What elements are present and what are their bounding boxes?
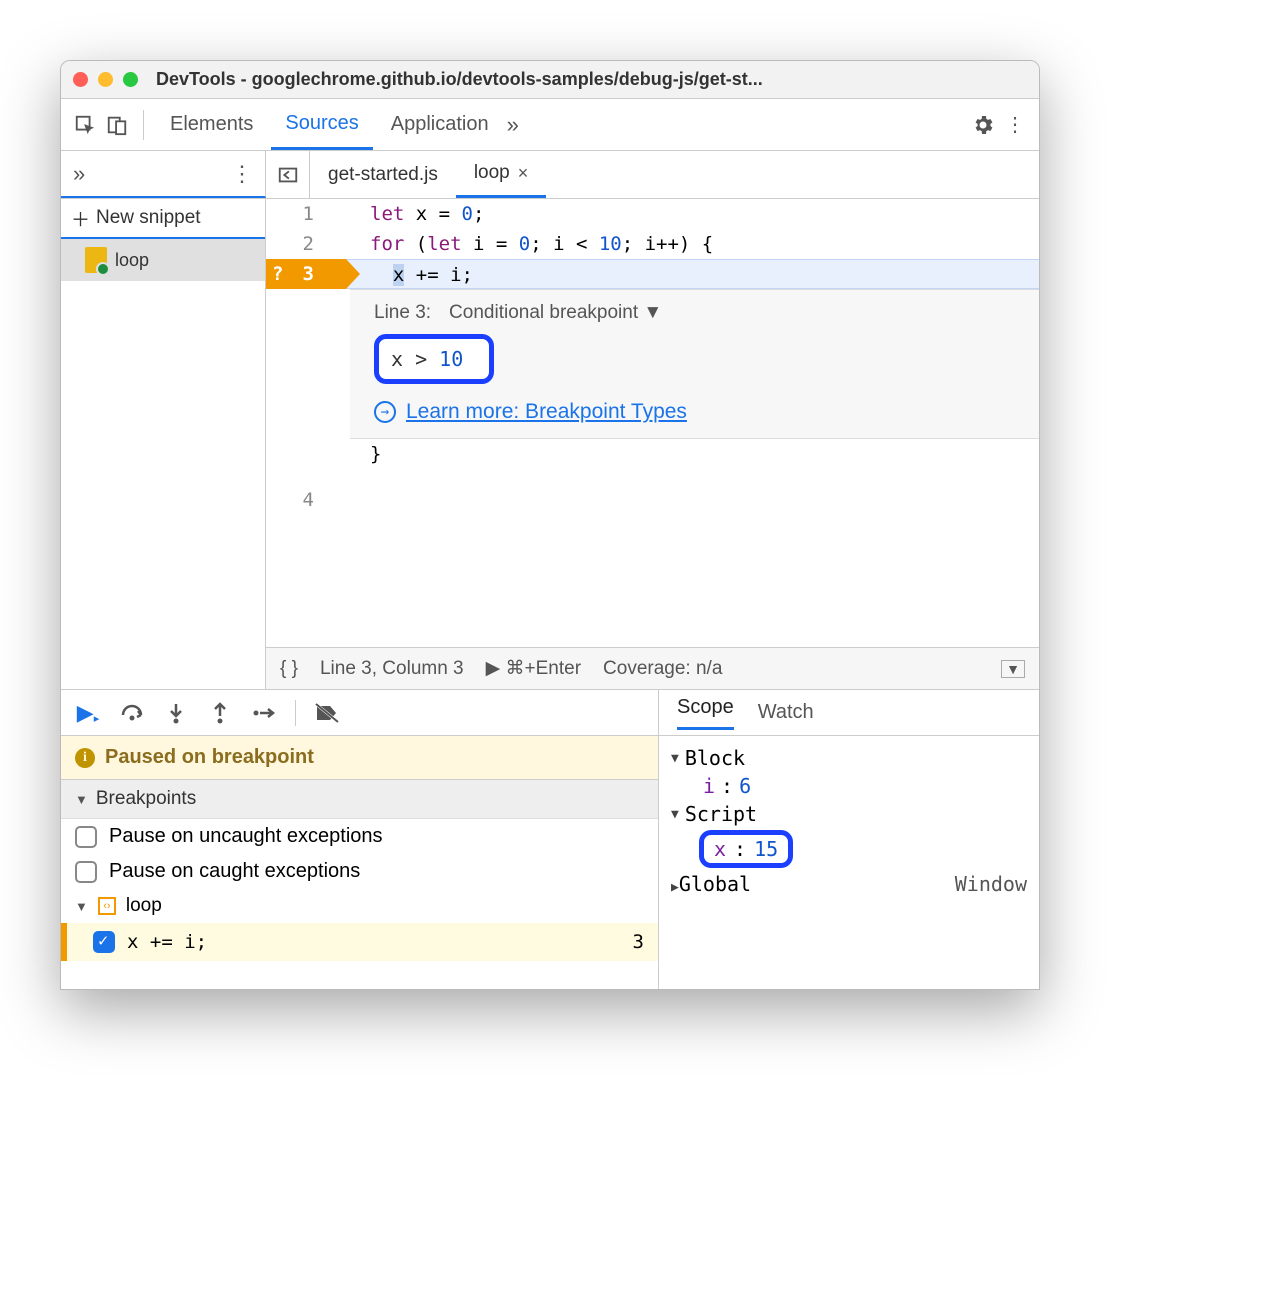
- scope-tree: ▼Block i: 6 ▼Script x: 15 ▶Global Window: [659, 736, 1039, 906]
- breakpoints-header[interactable]: ▼ Breakpoints: [61, 780, 658, 819]
- main-body: ＋ New snippet loop 1 2 3 4 let x = 0;: [61, 199, 1039, 689]
- code-line: }: [346, 439, 1039, 469]
- breakpoint-entry[interactable]: x += i; 3: [61, 923, 658, 961]
- scope-panel: Scope Watch ▼Block i: 6 ▼Script x: 15 ▶G…: [659, 690, 1039, 989]
- titlebar: DevTools - googlechrome.github.io/devtoo…: [61, 61, 1039, 99]
- file-tab-get-started[interactable]: get-started.js: [310, 151, 456, 198]
- step-icon[interactable]: [251, 700, 277, 726]
- scope-var-x: x: 15: [671, 828, 1027, 870]
- code-area[interactable]: 1 2 3 4 let x = 0; for (let i = 0; i < 1…: [266, 199, 1039, 647]
- scope-tabbar: Scope Watch: [659, 690, 1039, 736]
- sidebar-header: » ⋮: [61, 151, 266, 198]
- gear-icon[interactable]: [969, 111, 997, 139]
- tab-application[interactable]: Application: [377, 99, 503, 150]
- breakpoint-group[interactable]: ▼ ‹› loop: [61, 889, 658, 923]
- pause-uncaught-checkbox[interactable]: Pause on uncaught exceptions: [61, 819, 658, 854]
- minimize-window-icon[interactable]: [98, 72, 113, 87]
- tab-elements[interactable]: Elements: [156, 99, 267, 150]
- checkbox-checked-icon[interactable]: [93, 931, 115, 953]
- nav-back-icon[interactable]: [266, 151, 310, 198]
- devtools-window: DevTools - googlechrome.github.io/devtoo…: [60, 60, 1040, 990]
- breakpoint-editor: Line 3: Conditional breakpoint ▼ x > 10 …: [350, 289, 1039, 439]
- snippet-item-loop[interactable]: loop: [61, 239, 265, 281]
- chevron-down-icon: ▼: [75, 792, 88, 807]
- run-snippet-hint[interactable]: ▶ ⌘+Enter: [486, 657, 581, 680]
- line-number[interactable]: 1: [266, 199, 346, 229]
- device-toggle-icon[interactable]: [103, 111, 131, 139]
- paused-banner: i Paused on breakpoint: [61, 736, 658, 780]
- new-snippet-label: New snippet: [96, 207, 201, 229]
- step-out-icon[interactable]: [207, 700, 233, 726]
- sidebar-menu-icon[interactable]: ⋮: [231, 161, 253, 187]
- bp-type-dropdown[interactable]: Conditional breakpoint ▼: [449, 302, 662, 324]
- file-tab-loop[interactable]: loop ×: [456, 151, 546, 198]
- line-number[interactable]: 4: [266, 485, 346, 515]
- line-gutter[interactable]: 1 2 3 4: [266, 199, 346, 647]
- snippet-item-label: loop: [115, 250, 149, 271]
- line-number-breakpoint[interactable]: 3: [266, 259, 346, 289]
- debug-toolbar: ▶▸: [61, 690, 658, 736]
- code-line: for (let i = 0; i < 10; i++) {: [346, 229, 1039, 259]
- drawer-toggle-icon[interactable]: ▼: [1001, 660, 1025, 678]
- bp-line-label: Line 3:: [374, 302, 431, 324]
- step-over-icon[interactable]: [119, 700, 145, 726]
- new-snippet-button[interactable]: ＋ New snippet: [61, 199, 265, 239]
- file-tab-label: get-started.js: [328, 164, 438, 186]
- editor-statusbar: { } Line 3, Column 3 ▶ ⌘+Enter Coverage:…: [266, 647, 1039, 689]
- tab-watch[interactable]: Watch: [758, 701, 814, 724]
- file-tab-label: loop: [474, 162, 510, 184]
- window-title: DevTools - googlechrome.github.io/devtoo…: [156, 69, 763, 90]
- snippet-file-icon: [85, 247, 107, 273]
- file-tabbar: get-started.js loop ×: [266, 151, 1039, 198]
- debugger-panel: ▶▸ i Paused on breakpoint ▼ Breakpoints …: [61, 689, 1039, 989]
- arrow-right-circle-icon: →: [374, 401, 396, 423]
- line-number[interactable]: 2: [266, 229, 346, 259]
- main-tabbar: Elements Sources Application » ⋮: [61, 99, 1039, 151]
- close-window-icon[interactable]: [73, 72, 88, 87]
- step-into-icon[interactable]: [163, 700, 189, 726]
- snippets-sidebar: ＋ New snippet loop: [61, 199, 266, 689]
- code-editor: 1 2 3 4 let x = 0; for (let i = 0; i < 1…: [266, 199, 1039, 689]
- deactivate-breakpoints-icon[interactable]: [314, 700, 340, 726]
- learn-more-link[interactable]: Learn more: Breakpoint Types: [406, 400, 687, 424]
- kebab-menu-icon[interactable]: ⋮: [1001, 111, 1029, 139]
- scope-global[interactable]: ▶Global Window: [671, 870, 1027, 898]
- bp-condition-input[interactable]: x > 10: [374, 334, 494, 384]
- snippet-badge-icon: ‹›: [98, 897, 116, 915]
- scope-script[interactable]: ▼Script: [671, 800, 1027, 828]
- subheader: » ⋮ get-started.js loop ×: [61, 151, 1039, 199]
- checkbox-icon[interactable]: [75, 861, 97, 883]
- scope-var-i: i: 6: [671, 772, 1027, 800]
- close-icon[interactable]: ×: [518, 163, 529, 184]
- chevron-down-icon: ▼: [75, 899, 88, 914]
- info-icon: i: [75, 748, 95, 768]
- plus-icon: ＋: [71, 205, 90, 232]
- cursor-position: Line 3, Column 3: [320, 658, 464, 680]
- code-lines[interactable]: let x = 0; for (let i = 0; i < 10; i++) …: [346, 199, 1039, 647]
- tab-scope[interactable]: Scope: [677, 696, 734, 730]
- checkbox-icon[interactable]: [75, 826, 97, 848]
- pretty-print-icon[interactable]: { }: [280, 658, 298, 680]
- breakpoint-code: x += i;: [127, 931, 207, 953]
- scope-block[interactable]: ▼Block: [671, 744, 1027, 772]
- debug-left: ▶▸ i Paused on breakpoint ▼ Breakpoints …: [61, 690, 659, 989]
- pause-caught-checkbox[interactable]: Pause on caught exceptions: [61, 854, 658, 889]
- sidebar-expand-icon[interactable]: »: [73, 161, 85, 187]
- paused-text: Paused on breakpoint: [105, 746, 314, 769]
- window-controls: [73, 72, 138, 87]
- inspect-icon[interactable]: [71, 111, 99, 139]
- breakpoint-line: 3: [633, 931, 644, 953]
- tab-sources[interactable]: Sources: [271, 99, 372, 150]
- more-tabs-icon[interactable]: »: [507, 112, 519, 138]
- coverage-status: Coverage: n/a: [603, 658, 722, 680]
- code-line-active: x += i;: [346, 259, 1039, 289]
- resume-icon[interactable]: ▶▸: [75, 700, 101, 726]
- code-line: let x = 0;: [346, 199, 1039, 229]
- maximize-window-icon[interactable]: [123, 72, 138, 87]
